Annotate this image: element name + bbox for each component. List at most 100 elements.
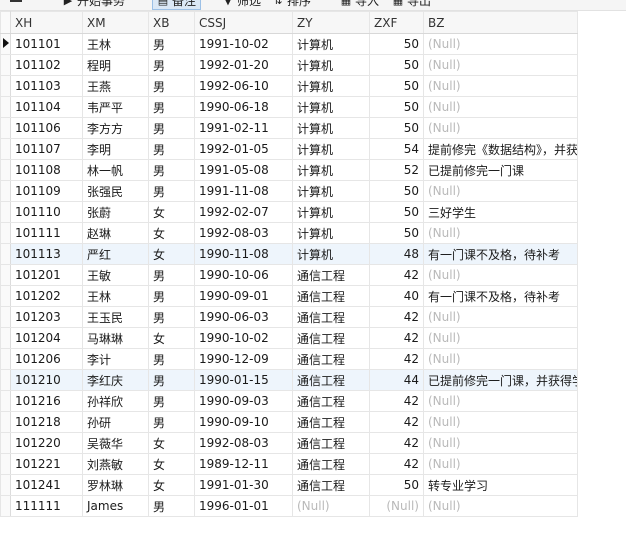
cell-xh[interactable]: 101220 <box>10 432 83 454</box>
cell-zy[interactable]: 计算机 <box>292 201 370 223</box>
table-row[interactable]: 101206 李计男 1990-12-09 通信工程 42 (Null) <box>0 348 578 370</box>
table-row[interactable]: 101107 李明男 1992-01-05 计算机 54 提前修完《数据结构》，并获 <box>0 138 578 160</box>
cell-xh[interactable]: 101104 <box>10 96 83 118</box>
cell-bz[interactable]: (Null) <box>423 495 578 517</box>
cell-zy[interactable]: 通信工程 <box>292 348 370 370</box>
cell-zy[interactable]: 计算机 <box>292 96 370 118</box>
cell-zxf[interactable]: 50 <box>369 180 424 202</box>
begin-transaction-button[interactable]: ▶ 开始事务 <box>62 0 125 9</box>
cell-zy[interactable]: 计算机 <box>292 222 370 244</box>
row-indicator[interactable] <box>0 180 11 202</box>
cell-xh[interactable]: 101108 <box>10 159 83 181</box>
cell-zy[interactable]: 通信工程 <box>292 474 370 496</box>
cell-zy[interactable]: 计算机 <box>292 33 370 55</box>
cell-zxf[interactable]: 42 <box>369 306 424 328</box>
row-indicator[interactable] <box>0 159 11 181</box>
table-row[interactable]: 101101 王林男 1991-10-02 计算机 50 (Null) <box>0 33 578 55</box>
cell-xm[interactable]: 刘燕敏 <box>82 453 149 475</box>
cell-xh[interactable]: 101203 <box>10 306 83 328</box>
cell-zy[interactable]: 通信工程 <box>292 390 370 412</box>
cell-bz[interactable]: (Null) <box>423 54 578 76</box>
table-row[interactable]: 111111 James 男 1996-01-01 (Null) (Null) (Null) <box>0 495 578 517</box>
cell-xh[interactable]: 101218 <box>10 411 83 433</box>
cell-cssj[interactable]: 1992-06-10 <box>194 75 293 97</box>
cell-zy[interactable]: 通信工程 <box>292 327 370 349</box>
cell-zxf[interactable]: 50 <box>369 54 424 76</box>
cell-zxf[interactable]: 42 <box>369 348 424 370</box>
export-button[interactable]: ▦ 导出 <box>392 0 431 9</box>
cell-cssj[interactable]: 1991-10-02 <box>194 33 293 55</box>
cell-xm[interactable]: 王燕 <box>82 75 149 97</box>
cell-xh[interactable]: 101103 <box>10 75 83 97</box>
cell-xh[interactable]: 101201 <box>10 264 83 286</box>
cell-zxf[interactable]: 50 <box>369 117 424 139</box>
cell-xb[interactable]: 男 <box>148 348 195 370</box>
row-indicator[interactable] <box>0 474 11 496</box>
column-header-xb[interactable]: XB <box>148 11 195 34</box>
cell-xb[interactable]: 男 <box>148 75 195 97</box>
table-row[interactable]: 101110 张蔚女 1992-02-07 计算机 50 三好学生 <box>0 201 578 223</box>
cell-xm[interactable]: 马琳琳 <box>82 327 149 349</box>
cell-xb[interactable]: 男 <box>148 264 195 286</box>
table-row[interactable]: 101204 马琳琳女 1990-10-02 通信工程 42 (Null) <box>0 327 578 349</box>
cell-cssj[interactable]: 1992-01-20 <box>194 54 293 76</box>
cell-xb[interactable]: 男 <box>148 180 195 202</box>
cell-bz[interactable]: (Null) <box>423 390 578 412</box>
cell-cssj[interactable]: 1992-08-03 <box>194 432 293 454</box>
cell-cssj[interactable]: 1990-06-03 <box>194 306 293 328</box>
row-indicator[interactable] <box>0 201 11 223</box>
cell-cssj[interactable]: 1990-10-06 <box>194 264 293 286</box>
cell-zxf[interactable]: 42 <box>369 264 424 286</box>
cell-zxf[interactable]: 44 <box>369 369 424 391</box>
cell-xb[interactable]: 女 <box>148 222 195 244</box>
cell-xb[interactable]: 男 <box>148 390 195 412</box>
menu-icon[interactable] <box>10 0 22 2</box>
cell-bz[interactable]: 三好学生 <box>423 201 578 223</box>
cell-xm[interactable]: 林一帆 <box>82 159 149 181</box>
cell-bz[interactable]: 已提前修完一门课，并获得学 <box>423 369 578 391</box>
cell-cssj[interactable]: 1989-12-11 <box>194 453 293 475</box>
cell-xh[interactable]: 101106 <box>10 117 83 139</box>
cell-zxf[interactable]: 50 <box>369 33 424 55</box>
cell-zy[interactable]: 通信工程 <box>292 453 370 475</box>
cell-xh[interactable]: 101210 <box>10 369 83 391</box>
cell-xb[interactable]: 女 <box>148 432 195 454</box>
cell-xh[interactable]: 101113 <box>10 243 83 265</box>
cell-cssj[interactable]: 1990-09-03 <box>194 390 293 412</box>
cell-zy[interactable]: 计算机 <box>292 117 370 139</box>
table-row[interactable]: 101241 罗林琳女 1991-01-30 通信工程 50 转专业学习 <box>0 474 578 496</box>
table-row[interactable]: 101210 李红庆男 1990-01-15 通信工程 44 已提前修完一门课，并获得学 <box>0 369 578 391</box>
row-indicator[interactable] <box>0 117 11 139</box>
cell-cssj[interactable]: 1990-09-01 <box>194 285 293 307</box>
column-header-xm[interactable]: XM <box>82 11 149 34</box>
cell-cssj[interactable]: 1991-11-08 <box>194 180 293 202</box>
cell-cssj[interactable]: 1990-11-08 <box>194 243 293 265</box>
cell-xm[interactable]: 李红庆 <box>82 369 149 391</box>
cell-bz[interactable]: 转专业学习 <box>423 474 578 496</box>
cell-bz[interactable]: (Null) <box>423 96 578 118</box>
cell-cssj[interactable]: 1990-09-10 <box>194 411 293 433</box>
cell-zy[interactable]: (Null) <box>292 495 370 517</box>
column-header-cssj[interactable]: CSSJ <box>194 11 293 34</box>
cell-zy[interactable]: 通信工程 <box>292 411 370 433</box>
cell-bz[interactable]: 有一门课不及格，待补考 <box>423 243 578 265</box>
cell-zy[interactable]: 通信工程 <box>292 264 370 286</box>
cell-xm[interactable]: 王林 <box>82 285 149 307</box>
cell-xh[interactable]: 101111 <box>10 222 83 244</box>
cell-cssj[interactable]: 1990-01-15 <box>194 369 293 391</box>
cell-xb[interactable]: 男 <box>148 411 195 433</box>
cell-bz[interactable]: (Null) <box>423 33 578 55</box>
cell-xm[interactable]: 韦严平 <box>82 96 149 118</box>
cell-xb[interactable]: 男 <box>148 33 195 55</box>
cell-xh[interactable]: 101101 <box>10 33 83 55</box>
cell-xm[interactable]: 吴薇华 <box>82 432 149 454</box>
cell-xh[interactable]: 101109 <box>10 180 83 202</box>
row-indicator[interactable] <box>0 432 11 454</box>
cell-zy[interactable]: 通信工程 <box>292 432 370 454</box>
cell-cssj[interactable]: 1992-02-07 <box>194 201 293 223</box>
row-indicator[interactable] <box>0 222 11 244</box>
row-indicator[interactable] <box>0 327 11 349</box>
cell-zxf[interactable]: 40 <box>369 285 424 307</box>
row-indicator[interactable] <box>0 495 11 517</box>
cell-xh[interactable]: 101241 <box>10 474 83 496</box>
